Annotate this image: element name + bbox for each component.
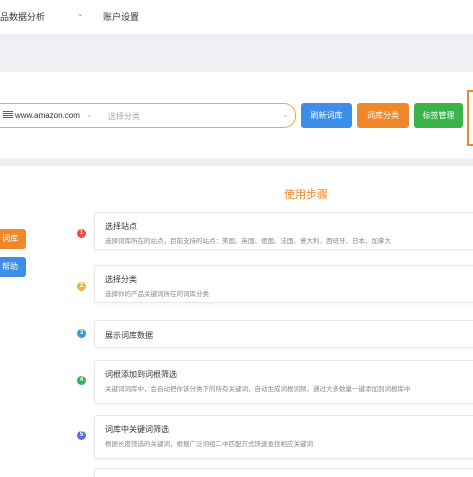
- step-card: 词库中关键词筛选 根据长度筛选的关键词，根据广泛词组二中匹配方式快速查找相应关键…: [94, 415, 473, 459]
- step-number-badge: 2: [77, 282, 86, 291]
- step-card: 选择分类 选择你的产品关键词所在的词库分类: [94, 265, 473, 303]
- highlight-frame: [467, 90, 473, 146]
- chevron-down-icon[interactable]: ⌄: [86, 110, 93, 119]
- step-title: 词根添加到词根筛选: [105, 370, 177, 379]
- step-card: 展示词库数据: [94, 320, 473, 348]
- refresh-keyword-library-button[interactable]: 刷新词库: [301, 103, 352, 128]
- step-number-badge: 3: [77, 329, 86, 338]
- site-category-selector[interactable]: www.amazon.com ⌄ 选择分类 ⌄: [0, 103, 296, 128]
- tag-management-button[interactable]: 标签管理: [414, 103, 463, 128]
- us-flag-icon: [3, 111, 13, 120]
- nav-product-data-analysis[interactable]: 品数据分析: [0, 10, 45, 23]
- usage-steps-panel: 使用步骤 词库 帮助 1 选择站点 选择词库所在的站点，目前支持的站点：美国、英…: [0, 166, 473, 477]
- step-title: 词库中关键词筛选: [105, 425, 169, 434]
- chevron-down-icon[interactable]: ⌄: [282, 110, 289, 119]
- step-card: [94, 468, 473, 477]
- step-title: 选择站点: [105, 222, 137, 231]
- step-card: 选择站点 选择词库所在的站点，目前支持的站点：美国、英国、德国、法国、意大利、西…: [94, 212, 473, 250]
- side-help-button[interactable]: 帮助: [0, 257, 26, 277]
- category-select[interactable]: 选择分类: [108, 111, 140, 122]
- step-number-badge: 5: [77, 431, 86, 440]
- step-number-badge: 1: [77, 229, 86, 238]
- keyword-library-classify-button[interactable]: 词库分类: [357, 103, 409, 128]
- step-description: 选择词库所在的站点，目前支持的站点：美国、英国、德国、法国、意大利、西班牙、日本…: [105, 238, 391, 245]
- steps-title: 使用步骤: [284, 189, 328, 201]
- toolbar: www.amazon.com ⌄ 选择分类 ⌄ 刷新词库 词库分类 标签管理: [0, 72, 473, 158]
- step-description: 根据长度筛选的关键词，根据广泛词组二中匹配方式快速查找相应关键词: [105, 441, 313, 448]
- step-description: 关键词词库中，会自动把你该分类下的所有关键词，自动生成词根词频，通过大多数量一键…: [105, 386, 411, 393]
- chevron-down-icon[interactable]: ⌄: [77, 9, 84, 18]
- nav-account-settings[interactable]: 账户设置: [103, 10, 139, 23]
- top-nav: 品数据分析 ⌄ 账户设置: [0, 0, 473, 34]
- step-card: 词根添加到词根筛选 关键词词库中，会自动把你该分类下的所有关键词，自动生成词根词…: [94, 360, 473, 404]
- step-description: 选择你的产品关键词所在的词库分类: [105, 291, 209, 298]
- step-title: 展示词库数据: [105, 331, 153, 340]
- site-select-value[interactable]: www.amazon.com: [15, 111, 80, 120]
- step-title: 选择分类: [105, 275, 137, 284]
- side-keyword-button[interactable]: 词库: [0, 229, 26, 249]
- step-number-badge: 4: [77, 376, 86, 385]
